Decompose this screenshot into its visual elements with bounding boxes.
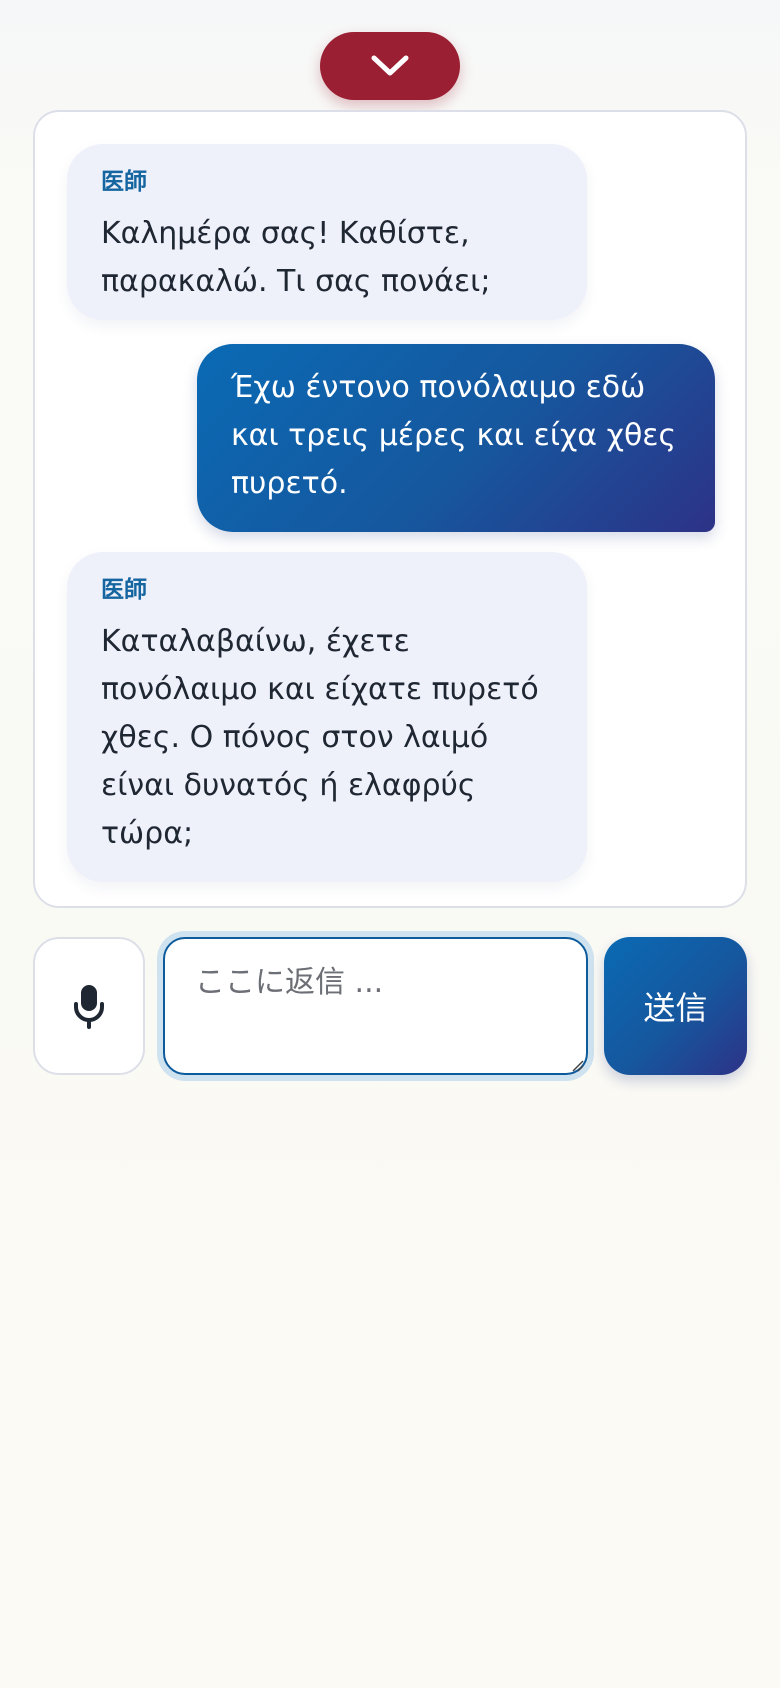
message-text: Καλημέρα σας! Καθίστε, παρακαλώ. Τι σας … [101,216,491,299]
resize-handle-icon[interactable] [570,1058,584,1072]
message-text: Έχω έντονο πονόλαιμο εδώ και τρεις μέρες… [231,370,677,501]
chat-panel[interactable]: 医師 Καλημέρα σας! Καθίστε, παρακαλώ. Τι σ… [33,110,747,908]
message-sender-label: 医師 [101,169,147,195]
microphone-button[interactable] [33,937,145,1075]
microphone-icon [74,985,104,1029]
patient-message: Έχω έντονο πονόλαιμο εδώ και τρεις μέρες… [197,344,715,532]
message-sender-label: 医師 [101,577,147,603]
chevron-down-icon [371,55,409,76]
message-text: Καταλαβαίνω, έχετε πονόλαιμο και είχατε … [101,624,539,851]
reply-input[interactable] [163,937,588,1075]
doctor-message: 医師 Καλημέρα σας! Καθίστε, παρακαλώ. Τι σ… [67,144,587,320]
collapse-button[interactable] [320,32,460,100]
doctor-message: 医師 Καταλαβαίνω, έχετε πονόλαιμο και είχα… [67,552,587,882]
send-button[interactable]: 送信 [604,937,747,1075]
